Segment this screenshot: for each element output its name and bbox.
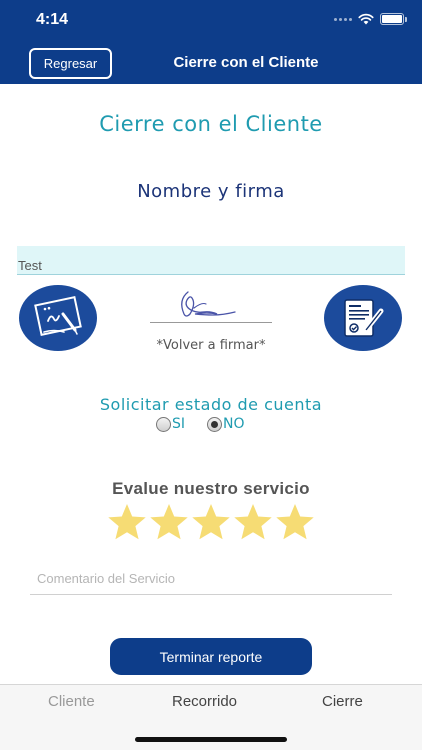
comment-input[interactable]	[30, 563, 392, 594]
back-button[interactable]: Regresar	[29, 48, 112, 79]
radio-option-si[interactable]: SI	[156, 416, 185, 432]
star-icon[interactable]	[107, 503, 147, 541]
star-icon[interactable]	[191, 503, 231, 541]
signal-icon	[334, 17, 352, 21]
document-sign-icon	[344, 299, 384, 337]
account-status-radio-group: SI NO	[156, 416, 245, 432]
tab-cierre[interactable]: Cierre	[322, 693, 363, 710]
star-icon[interactable]	[233, 503, 273, 541]
tab-cliente[interactable]: Cliente	[48, 693, 95, 710]
comment-field[interactable]	[30, 563, 392, 595]
status-time: 4:14	[36, 11, 69, 28]
star-icon[interactable]	[275, 503, 315, 541]
finish-report-button[interactable]: Terminar reporte	[110, 638, 312, 675]
radio-label-si: SI	[172, 416, 186, 432]
signature-pad-button[interactable]	[19, 285, 97, 351]
page-title: Cierre con el Cliente	[99, 112, 323, 136]
name-input[interactable]	[17, 246, 405, 274]
radio-button-no[interactable]	[207, 416, 223, 432]
radio-label-no: NO	[223, 416, 245, 432]
signature-preview	[181, 291, 236, 317]
star-rating	[107, 503, 315, 541]
name-field[interactable]	[17, 246, 405, 275]
signature-line	[150, 322, 272, 323]
status-icons	[334, 13, 407, 25]
home-indicator	[135, 737, 287, 742]
star-icon[interactable]	[149, 503, 189, 541]
document-sign-button[interactable]	[324, 285, 402, 351]
battery-icon	[380, 13, 407, 25]
wifi-icon	[358, 13, 374, 25]
account-status-question: Solicitar estado de cuenta	[99, 395, 323, 414]
app-header: 4:14 Regresar Cierre con el Cliente	[0, 0, 422, 84]
radio-option-no[interactable]: NO	[207, 416, 245, 432]
signature-title: Nombre y firma	[137, 181, 285, 202]
tab-recorrido[interactable]: Recorrido	[172, 693, 237, 710]
resign-link[interactable]: *Volver a firmar*	[130, 338, 292, 353]
radio-button-si[interactable]	[156, 416, 171, 432]
header-title: Cierre con el Cliente	[173, 54, 319, 71]
signature-pad-icon	[34, 295, 82, 337]
rating-title: Evalue nuestro servicio	[112, 479, 310, 498]
